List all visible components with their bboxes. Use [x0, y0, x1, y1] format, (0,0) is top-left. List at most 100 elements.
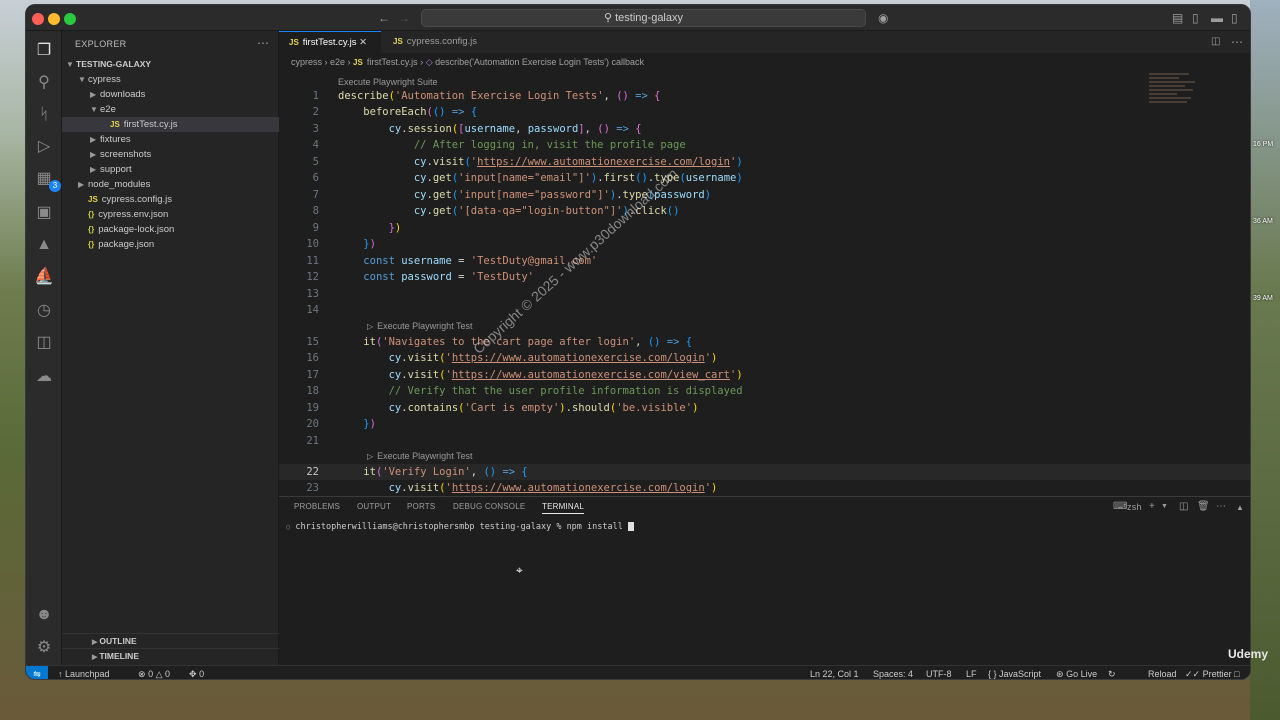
- code-line: 12 const password = 'TestDuty': [306, 271, 534, 283]
- tab-firsttest[interactable]: JS firstTest.cy.js ✕: [279, 31, 381, 53]
- chevron-down-icon[interactable]: ▼: [1161, 503, 1168, 510]
- close-tab-icon[interactable]: ✕: [359, 37, 367, 48]
- close-window-button[interactable]: [32, 13, 44, 25]
- breadcrumb-item[interactable]: firstTest.cy.js: [367, 57, 418, 67]
- cursor-position[interactable]: Ln 22, Col 1: [810, 666, 859, 679]
- tree-folder-fixtures[interactable]: ▶ fixtures: [90, 132, 131, 147]
- tree-file-cypress-config[interactable]: JS cypress.config.js: [88, 192, 172, 207]
- breadcrumb-item[interactable]: cypress: [291, 57, 322, 67]
- back-arrow-icon[interactable]: ←: [378, 11, 390, 25]
- title-bar: ← → ⚲ testing-galaxy ◉ ▤ ▯ ▬ ▯: [26, 5, 1250, 31]
- more-actions-icon[interactable]: ⋯: [1216, 501, 1226, 512]
- chevron-down-icon: ▼: [90, 105, 98, 114]
- reload-button[interactable]: Reload: [1148, 666, 1177, 679]
- tree-file-package-json[interactable]: {} package.json: [88, 237, 154, 252]
- project-root[interactable]: ▼ TESTING-GALAXY: [66, 57, 151, 72]
- minimap[interactable]: [1149, 73, 1209, 109]
- go-live-button[interactable]: ⊛ Go Live: [1056, 666, 1097, 679]
- outline-section[interactable]: ▶ OUTLINE: [62, 633, 279, 648]
- tree-folder-cypress[interactable]: ▼ cypress: [78, 72, 121, 87]
- terminal-cursor: [627, 522, 634, 531]
- tab-ports[interactable]: PORTS: [407, 502, 435, 511]
- indentation-status[interactable]: Spaces: 4: [873, 666, 913, 679]
- explorer-icon[interactable]: ❐: [32, 39, 56, 63]
- chevron-up-icon[interactable]: ▲: [1236, 503, 1244, 512]
- new-terminal-icon[interactable]: +: [1149, 501, 1155, 512]
- maximize-window-button[interactable]: [64, 13, 76, 25]
- search-icon[interactable]: ⚲: [32, 71, 56, 95]
- js-file-icon: JS: [393, 37, 403, 46]
- toggle-panel-icon[interactable]: ▬: [1211, 11, 1223, 25]
- remote-indicator-icon[interactable]: ⇋: [26, 666, 48, 679]
- remote-explorer-icon[interactable]: ▣: [32, 201, 56, 225]
- tree-folder-downloads[interactable]: ▶ downloads: [90, 87, 145, 102]
- timeline-icon[interactable]: ◷: [32, 299, 56, 323]
- notifications-bell-icon[interactable]: □: [1234, 666, 1239, 679]
- terminal-output[interactable]: ○ christopherwilliams@christophersmbp te…: [286, 522, 634, 532]
- settings-gear-icon[interactable]: ⚙: [32, 636, 56, 660]
- tab-cypress-config[interactable]: JS cypress.config.js: [383, 31, 487, 53]
- double-check-icon: ✓✓: [1185, 669, 1201, 679]
- code-line: 7 cy.get('input[name="password"]').type(…: [312, 189, 712, 201]
- forward-arrow-icon[interactable]: →: [398, 11, 410, 25]
- chevron-right-icon: ▶: [90, 90, 97, 99]
- problems-status[interactable]: ⊗ 0 △ 0: [138, 666, 170, 679]
- docker-whale-icon[interactable]: ☁: [32, 365, 56, 389]
- more-actions-icon[interactable]: ⋯: [1231, 35, 1243, 49]
- minimize-window-button[interactable]: [48, 13, 60, 25]
- tree-file-cypress-env[interactable]: {} cypress.env.json: [88, 207, 168, 222]
- tab-debug-console[interactable]: DEBUG CONSOLE: [453, 502, 525, 511]
- desktop-clock-1: 16 PM: [1253, 141, 1274, 148]
- codelens-test[interactable]: ▷ Execute Playwright Test: [367, 450, 473, 462]
- text-cursor-icon: ⌖: [516, 563, 523, 577]
- toggle-sidebar-icon[interactable]: ▯: [1192, 11, 1199, 25]
- source-control-icon[interactable]: ᛋ: [32, 103, 56, 127]
- more-actions-icon[interactable]: ⋯: [257, 36, 269, 50]
- split-editor-icon[interactable]: ◫: [1211, 36, 1220, 47]
- tree-folder-support[interactable]: ▶ support: [90, 162, 132, 177]
- tab-terminal[interactable]: TERMINAL: [542, 502, 585, 514]
- tree-file-package-lock[interactable]: {} package-lock.json: [88, 222, 174, 237]
- tab-problems[interactable]: PROBLEMS: [294, 502, 340, 511]
- json-file-icon: {}: [88, 240, 95, 249]
- ports-status[interactable]: ✥ 0: [189, 666, 204, 679]
- prompt-dot-icon: ○: [286, 523, 291, 531]
- copilot-icon[interactable]: ◉: [878, 11, 888, 25]
- timeline-section[interactable]: ▶ TIMELINE: [62, 648, 279, 663]
- codelens-suite[interactable]: Execute Playwright Suite: [338, 76, 438, 88]
- shell-name[interactable]: zsh: [1127, 502, 1142, 512]
- tree-folder-screenshots[interactable]: ▶ screenshots: [90, 147, 151, 162]
- eol-status[interactable]: LF: [966, 666, 977, 679]
- live-share-icon[interactable]: ◫: [32, 331, 56, 355]
- account-icon[interactable]: ☻: [32, 603, 56, 627]
- breadcrumb-item[interactable]: describe('Automation Exercise Login Test…: [435, 57, 644, 67]
- tree-folder-node-modules[interactable]: ▶ node_modules: [78, 177, 150, 192]
- code-line: 3 cy.session([username, password], () =>…: [312, 123, 642, 135]
- tree-folder-e2e[interactable]: ▼ e2e: [90, 102, 116, 117]
- code-line: 5 cy.visit('https://www.automationexerci…: [312, 156, 743, 168]
- language-mode[interactable]: { } JavaScript: [988, 666, 1041, 679]
- code-editor[interactable]: Execute Playwright Suite 1 describe('Auto…: [279, 73, 1250, 493]
- code-line: 8 cy.get('[data-qa="login-button"]').cli…: [312, 205, 680, 217]
- split-terminal-icon[interactable]: ◫: [1179, 501, 1188, 512]
- run-debug-icon[interactable]: ▷: [32, 135, 56, 159]
- codelens-test[interactable]: ▷ Execute Playwright Test: [367, 320, 473, 332]
- testing-icon[interactable]: ▲: [32, 233, 56, 257]
- toggle-secondary-sidebar-icon[interactable]: ▯: [1231, 11, 1238, 25]
- command-center[interactable]: ⚲ testing-galaxy: [421, 9, 866, 27]
- code-line: 18 // Verify that the user profile infor…: [306, 385, 743, 397]
- breadcrumb-item[interactable]: e2e: [330, 57, 345, 67]
- launchpad-status[interactable]: ↑ Launchpad: [58, 666, 110, 679]
- prettier-status[interactable]: ✓✓ Prettier: [1185, 666, 1232, 679]
- sync-icon[interactable]: ↻: [1108, 666, 1116, 679]
- tree-file-firsttest[interactable]: JS firstTest.cy.js: [62, 117, 279, 132]
- code-line: 16 cy.visit('https://www.automationexerc…: [306, 352, 718, 364]
- trash-icon[interactable]: 🗑: [1197, 501, 1210, 512]
- desktop-clock-3: 39 AM: [1253, 295, 1273, 302]
- customize-layout-icon[interactable]: ▤: [1172, 11, 1183, 25]
- tab-output[interactable]: OUTPUT: [357, 502, 391, 511]
- docker-icon[interactable]: ⛵: [32, 265, 56, 289]
- encoding-status[interactable]: UTF-8: [926, 666, 952, 679]
- code-line-current: 22 it('Verify Login', () => {: [279, 464, 1250, 480]
- extensions-icon[interactable]: ▦ 3: [32, 167, 61, 192]
